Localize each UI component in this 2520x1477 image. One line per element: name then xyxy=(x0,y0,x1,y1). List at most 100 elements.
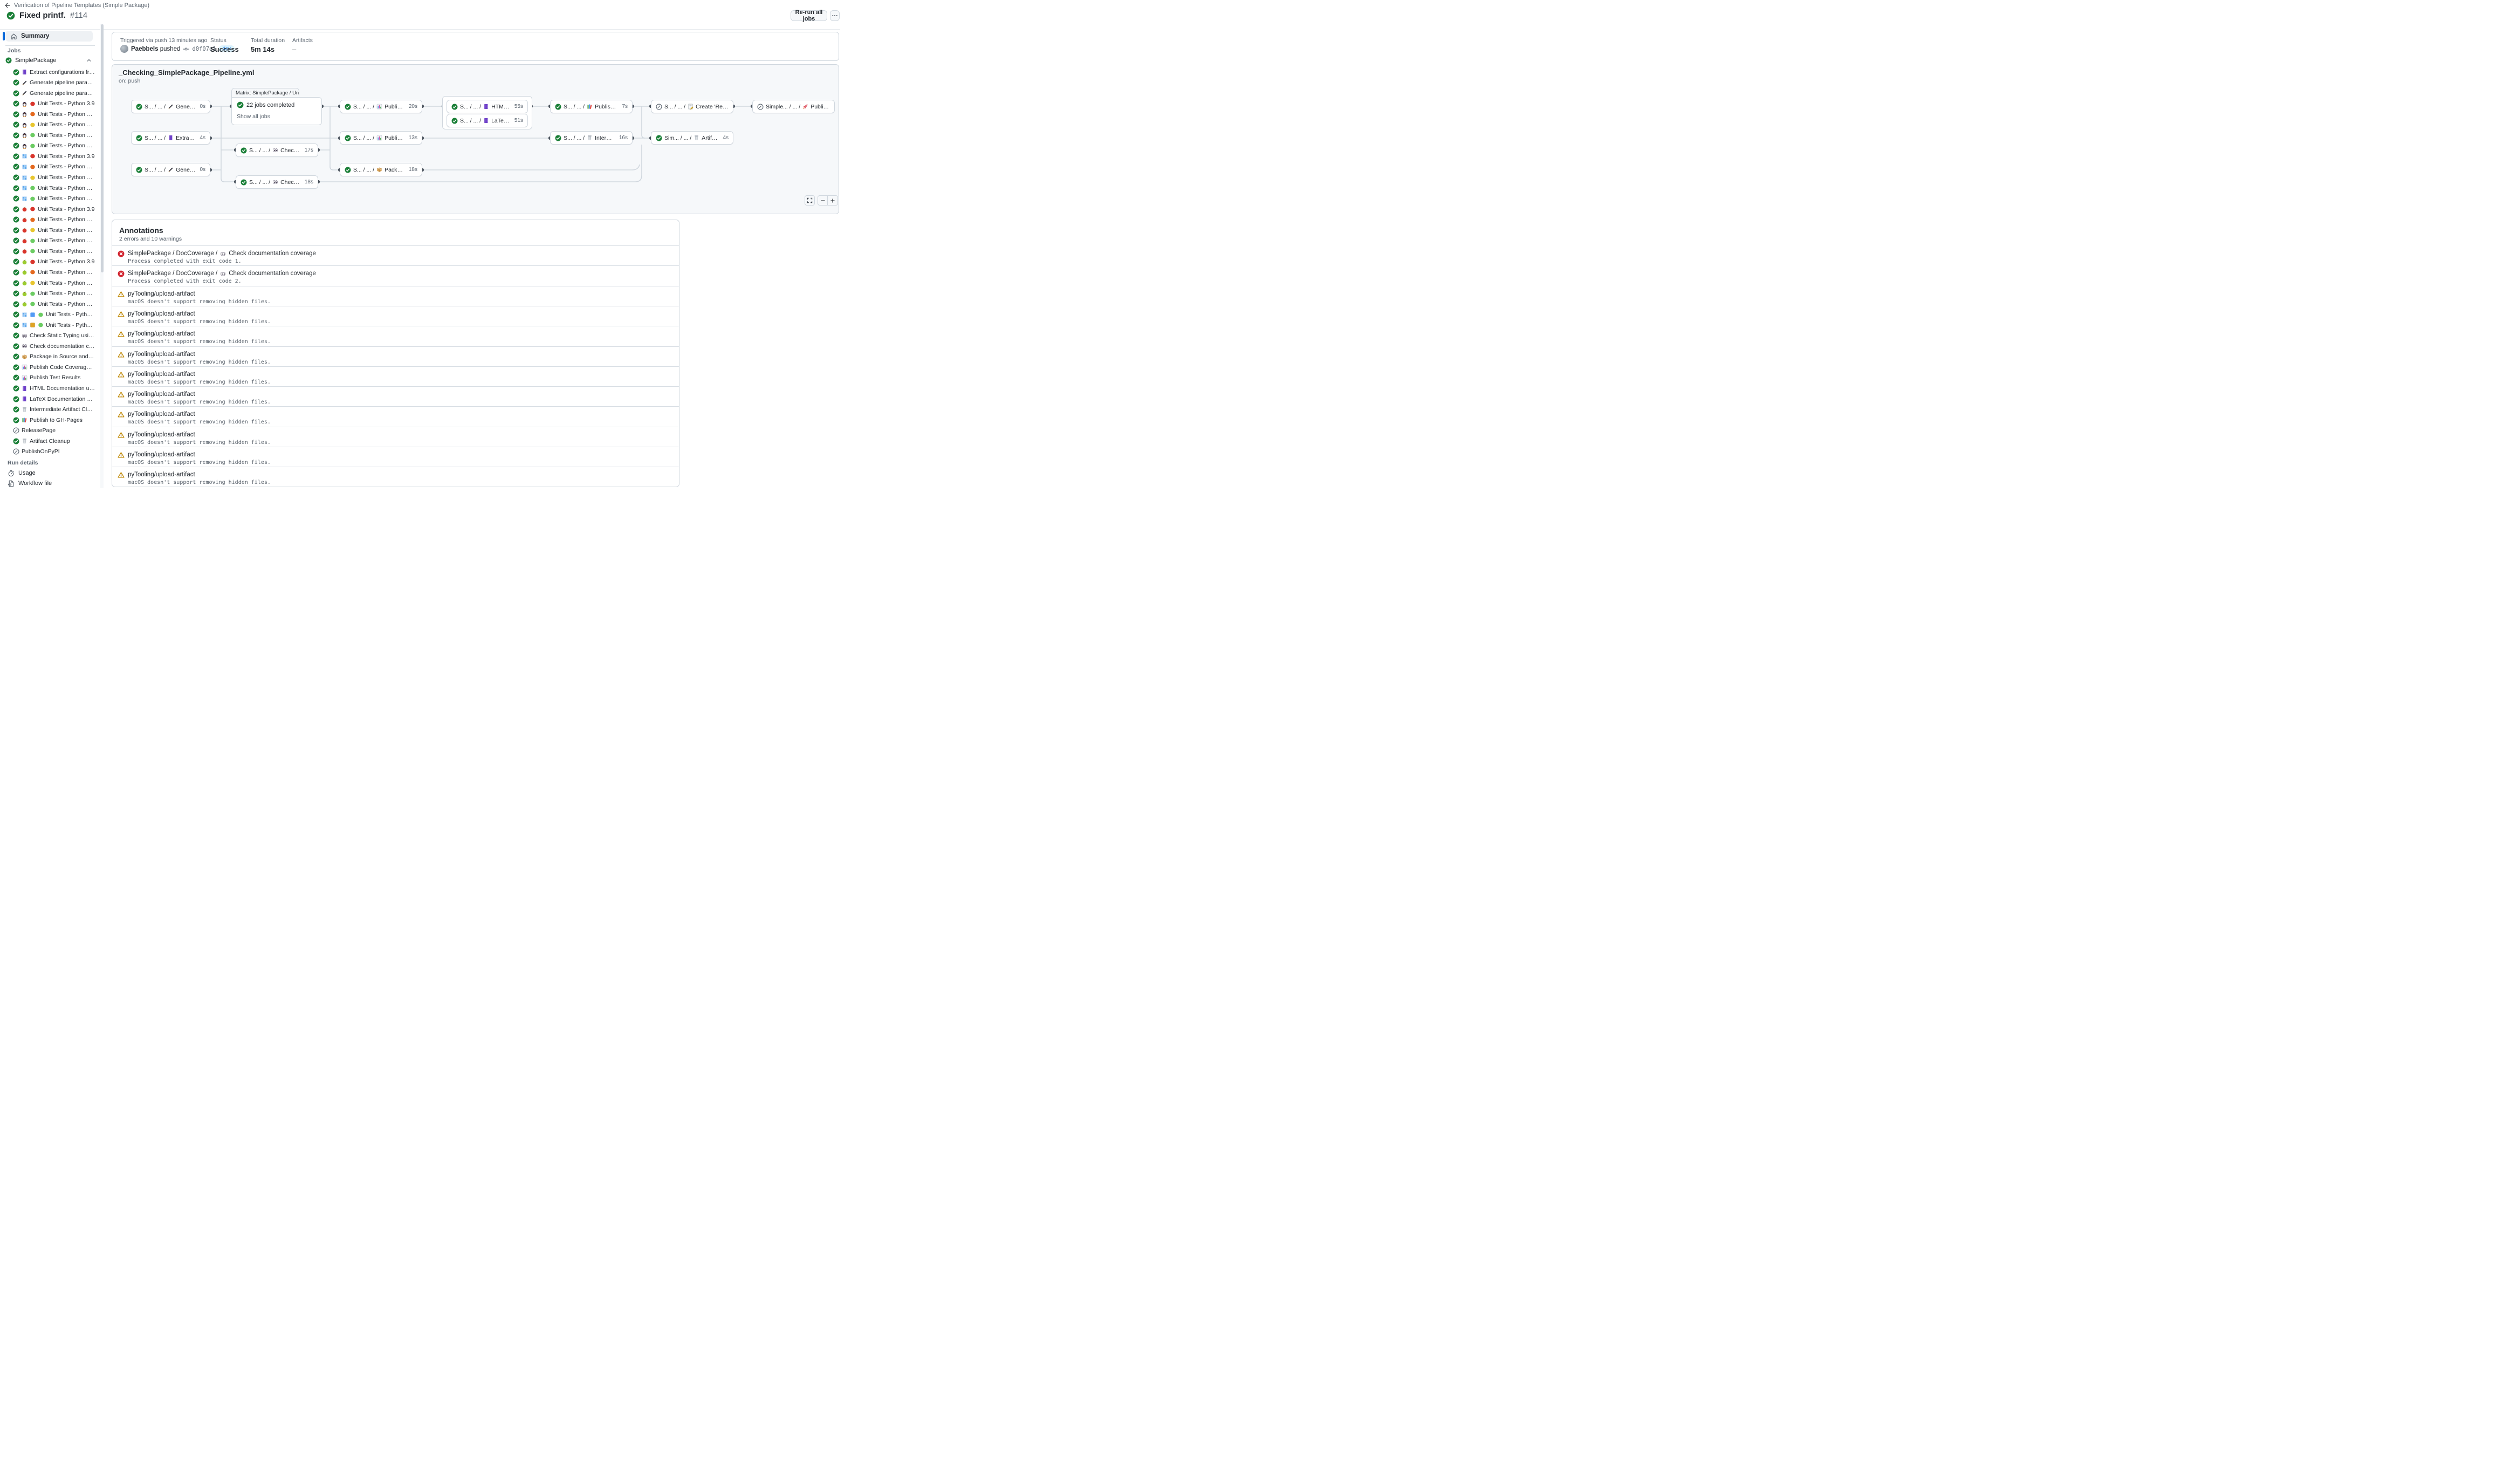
annotation-title[interactable]: pyTooling/upload-artifact xyxy=(128,411,195,418)
zoom-out-button[interactable] xyxy=(818,195,828,206)
sidebar-job-item[interactable]: Extract configurations from p... xyxy=(13,67,95,77)
matrix-node[interactable]: 22 jobs completed Show all jobs xyxy=(231,97,322,125)
sidebar-job-item[interactable]: Publish Code Coverage Results xyxy=(13,363,95,372)
run-title-row: Fixed printf. #114 xyxy=(6,11,87,20)
sidebar-job-item[interactable]: Unit Tests - Python 3.9 xyxy=(13,257,95,266)
sidebar-job-item[interactable]: Unit Tests - Python 3.13 xyxy=(13,194,95,203)
sidebar-item-summary[interactable]: Summary xyxy=(5,31,93,42)
workflow-node-html-docume[interactable]: S... / ... / HTML Docume...55s xyxy=(447,100,528,113)
workflow-node-package-in-sou[interactable]: S... / ... / Package in Sou...18s xyxy=(340,163,422,176)
node-prefix: S... / ... / xyxy=(564,104,585,110)
sidebar-job-item[interactable]: Unit Tests - Python 3.9 xyxy=(13,152,95,161)
workflow-node-check-docume[interactable]: S... / ... / Check docume...18s xyxy=(236,175,318,189)
check-circle-icon xyxy=(237,101,244,108)
annotation-title[interactable]: pyTooling/upload-artifact xyxy=(128,371,195,378)
show-all-jobs-link[interactable]: Show all jobs xyxy=(237,113,270,120)
annotation-title[interactable]: pyTooling/upload-artifact xyxy=(128,351,195,358)
sidebar-item-workflow-file[interactable]: Workflow file xyxy=(8,479,94,488)
breadcrumb-label[interactable]: Verification of Pipeline Templates (Simp… xyxy=(14,2,149,9)
sidebar-job-item[interactable]: Unit Tests - Python 3.12 xyxy=(13,236,95,245)
annotation-row-error: SimplePackage / DocCoverage /Check docum… xyxy=(112,245,679,266)
sidebar-job-item[interactable]: Unit Tests - Python 3.12 xyxy=(13,131,95,140)
workflow-node-extract-configur[interactable]: S... / ... / Extract configur...4s xyxy=(131,131,210,145)
workflow-node-publish-test-re[interactable]: S... / ... / Publish Test Re...13s xyxy=(340,131,422,145)
sidebar-job-item[interactable]: Intermediate Artifact Cleanup xyxy=(13,405,95,414)
workflow-node-create-release-pa[interactable]: S... / ... / Create 'Release Pa... xyxy=(651,100,733,113)
annotation-title[interactable]: SimplePackage / DocCoverage /Check docum… xyxy=(128,250,316,257)
sidebar-job-item[interactable]: Unit Tests - Python 3.12 xyxy=(13,310,95,319)
sidebar-job-item[interactable]: Unit Tests - Python 3.13 xyxy=(13,299,95,309)
sidebar-job-item[interactable]: Generate pipeline parameters xyxy=(13,78,95,87)
workflow-node-intermediate-a[interactable]: S... / ... / Intermediate A...16s xyxy=(550,131,633,145)
workflow-node-publish-to-pypi[interactable]: Simple... / ... / Publish to PyPI xyxy=(752,100,835,113)
sidebar-job-item[interactable]: Unit Tests - Python 3.10 xyxy=(13,110,95,119)
zoom-in-button[interactable] xyxy=(828,195,838,206)
sidebar-item-usage[interactable]: Usage xyxy=(8,469,94,477)
actor-name[interactable]: Paebbels xyxy=(131,46,159,52)
annotation-title[interactable]: pyTooling/upload-artifact xyxy=(128,432,195,438)
annotation-title[interactable]: SimplePackage / DocCoverage /Check docum… xyxy=(128,270,316,277)
job-label: Artifact Cleanup xyxy=(30,438,70,445)
annotation-title[interactable]: pyTooling/upload-artifact xyxy=(128,311,195,317)
penguin-icon xyxy=(22,132,28,138)
job-label: Unit Tests - Python 3.9 xyxy=(38,258,94,265)
sidebar-job-item[interactable]: Unit Tests - Python 3.10 xyxy=(13,162,95,172)
annotation-title[interactable]: pyTooling/upload-artifact xyxy=(128,452,195,458)
sidebar-group-simplepackage[interactable]: SimplePackage xyxy=(5,56,95,65)
sidebar-job-item[interactable]: Check Static Typing using Pyt... xyxy=(13,331,95,340)
workflow-node-check-static-ty[interactable]: S... / ... / Check Static Ty...17s xyxy=(236,143,318,157)
fullscreen-button[interactable] xyxy=(805,195,815,206)
sidebar-scrollbar-thumb[interactable] xyxy=(101,24,104,272)
workflow-node-generate-pipelin[interactable]: S... / ... / Generate pipelin...0s xyxy=(131,163,210,176)
workflow-trigger: on: push xyxy=(119,78,140,84)
sidebar-job-item[interactable]: Generate pipeline parameters xyxy=(13,88,95,98)
sidebar-job-item[interactable]: PublishOnPyPI xyxy=(13,447,95,456)
back-arrow-icon[interactable] xyxy=(4,2,11,9)
sidebar-job-item[interactable]: Unit Tests - Python 3.10 xyxy=(13,268,95,277)
sidebar-job-item[interactable]: Unit Tests - Python 3.11 xyxy=(13,225,95,235)
sidebar-job-item[interactable]: Publish Test Results xyxy=(13,373,95,382)
avatar[interactable] xyxy=(120,45,128,53)
sidebar-job-item[interactable]: Unit Tests - Python 3.11 xyxy=(13,120,95,129)
workflow-node-generate-pipelin[interactable]: S... / ... / Generate pipelin...0s xyxy=(131,100,210,113)
annotation-title[interactable]: pyTooling/upload-artifact xyxy=(128,331,195,337)
check-circle-icon xyxy=(241,179,247,186)
sidebar-job-item[interactable]: Unit Tests - Python 3.12 xyxy=(13,320,95,330)
sidebar-job-item[interactable]: LaTeX Documentation using ... xyxy=(13,394,95,404)
kebab-menu-button[interactable] xyxy=(830,10,840,21)
sidebar-job-item[interactable]: Unit Tests - Python 3.10 xyxy=(13,215,95,224)
sidebar-job-item[interactable]: ReleasePage xyxy=(13,426,95,435)
penguin-icon xyxy=(22,143,28,149)
sidebar-job-item[interactable]: Publish to GH-Pages xyxy=(13,415,95,425)
sidebar-job-item[interactable]: Unit Tests - Python 3.13 xyxy=(13,141,95,151)
sidebar-job-item[interactable]: Unit Tests - Python 3.9 xyxy=(13,99,95,108)
sidebar-job-item[interactable]: Unit Tests - Python 3.9 xyxy=(13,204,95,214)
error-icon xyxy=(118,270,125,277)
workflow-node-latex-docume[interactable]: S... / ... / LaTeX Docume...51s xyxy=(447,114,528,127)
matrix-summary: 22 jobs completed xyxy=(237,101,294,108)
warning-icon xyxy=(118,371,125,378)
annotation-title[interactable]: pyTooling/upload-artifact xyxy=(128,391,195,398)
rerun-all-jobs-button[interactable]: Re-run all jobs xyxy=(791,10,827,21)
sidebar-job-item[interactable]: Check documentation covera... xyxy=(13,341,95,351)
workflow-node-artifact-cleanup[interactable]: Sim... / ... / Artifact Cleanup4s xyxy=(651,131,733,145)
sidebar-job-item[interactable]: Unit Tests - Python 3.13 xyxy=(13,247,95,256)
sidebar-job-item[interactable]: Unit Tests - Python 3.12 xyxy=(13,289,95,298)
annotation-title[interactable]: pyTooling/upload-artifact xyxy=(128,291,195,297)
dot-yellow-icon xyxy=(30,227,36,233)
sidebar-job-item[interactable]: Unit Tests - Python 3.11 xyxy=(13,173,95,182)
annotation-title[interactable]: pyTooling/upload-artifact xyxy=(128,471,195,478)
chevron-up-icon[interactable] xyxy=(86,58,92,63)
penguin-icon xyxy=(22,122,28,128)
sidebar-job-item[interactable]: Artifact Cleanup xyxy=(13,436,95,446)
workflow-node-publish-to-gh-p[interactable]: S... / ... / Publish to GH-P...7s xyxy=(550,100,633,113)
breadcrumb[interactable]: Verification of Pipeline Templates (Simp… xyxy=(4,2,149,9)
sidebar-job-item[interactable]: Unit Tests - Python 3.11 xyxy=(13,278,95,288)
pen-icon xyxy=(22,80,28,86)
node-name: Publish Code C... xyxy=(384,104,404,110)
sidebar-job-item[interactable]: Unit Tests - Python 3.12 xyxy=(13,183,95,193)
dot-yellow-icon xyxy=(30,175,36,181)
workflow-node-publish-code-c[interactable]: S... / ... / Publish Code C...20s xyxy=(340,100,422,113)
sidebar-job-item[interactable]: HTML Documentation using ... xyxy=(13,384,95,393)
sidebar-job-item[interactable]: Package in Source and Wheel... xyxy=(13,352,95,361)
